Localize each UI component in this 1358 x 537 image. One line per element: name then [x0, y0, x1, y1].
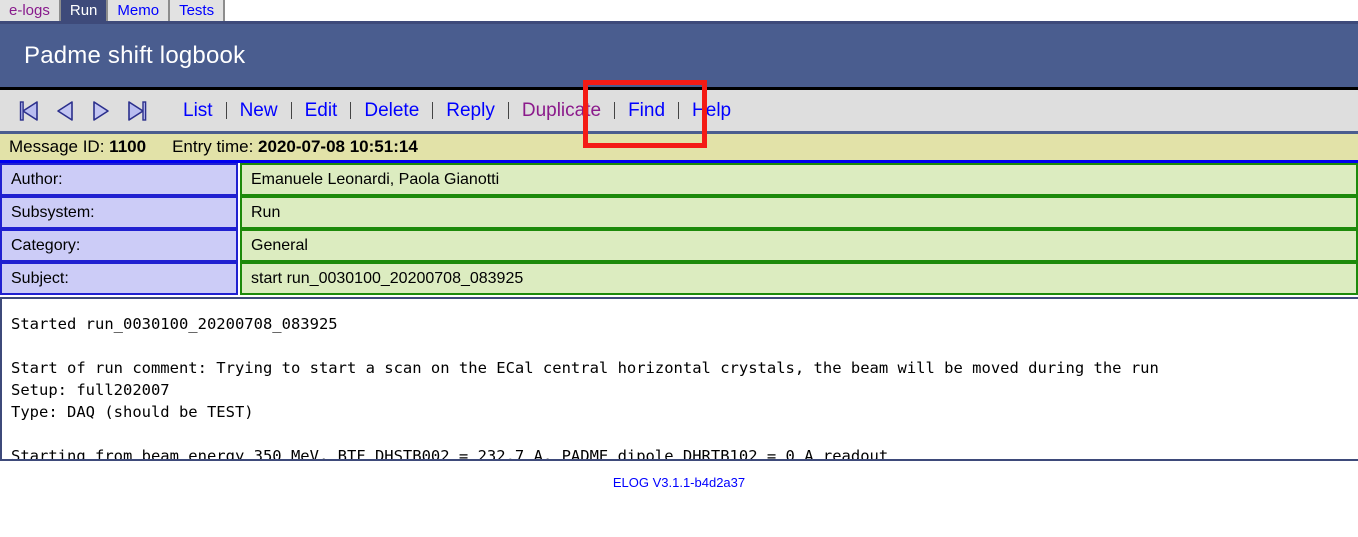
attribute-value-subsystem: Run [240, 196, 1358, 229]
toolbar-link-help[interactable]: Help [679, 100, 744, 122]
toolbar-link-edit[interactable]: Edit [292, 100, 351, 122]
tab-e-logs-label: e-logs [9, 2, 50, 19]
table-row: Category: General [0, 229, 1358, 262]
tab-bar-filler [225, 0, 1358, 21]
navigation-icon-group [18, 99, 148, 123]
message-body: Started run_0030100_20200708_083925 Star… [0, 297, 1358, 461]
attribute-value-subject: start run_0030100_20200708_083925 [240, 262, 1358, 295]
attribute-value-author: Emanuele Leonardi, Paola Gianotti [240, 163, 1358, 196]
entry-time-value: 2020-07-08 10:51:14 [258, 137, 418, 156]
tab-e-logs[interactable]: e-logs [0, 0, 61, 21]
entry-time-label: Entry time: [172, 137, 254, 156]
message-meta-bar: Message ID: 1100 Entry time: 2020-07-08 … [0, 134, 1358, 163]
table-row: Author: Emanuele Leonardi, Paola Gianott… [0, 163, 1358, 196]
tab-memo-label: Memo [117, 2, 160, 19]
attribute-label-category: Category: [0, 229, 238, 262]
tab-run-label: Run [69, 2, 98, 19]
attribute-label-subject: Subject: [0, 262, 238, 295]
page-title: Padme shift logbook [24, 41, 246, 69]
elog-version-link[interactable]: ELOG V3.1.1-b4d2a37 [613, 475, 745, 490]
table-row: Subsystem: Run [0, 196, 1358, 229]
toolbar-link-duplicate[interactable]: Duplicate [509, 100, 614, 122]
attribute-label-subsystem: Subsystem: [0, 196, 238, 229]
message-body-text: Started run_0030100_20200708_083925 Star… [11, 315, 1159, 461]
message-id-label: Message ID: [9, 137, 105, 156]
toolbar-link-delete[interactable]: Delete [351, 100, 432, 122]
last-entry-icon[interactable] [126, 99, 148, 123]
tab-tests-label: Tests [179, 2, 215, 19]
tab-memo[interactable]: Memo [108, 0, 171, 21]
tab-run[interactable]: Run [60, 0, 109, 21]
toolbar-link-find[interactable]: Find [615, 100, 678, 122]
logbook-tab-bar: e-logs Run Memo Tests [0, 0, 1358, 24]
table-row: Subject: start run_0030100_20200708_0839… [0, 262, 1358, 295]
attribute-value-category: General [240, 229, 1358, 262]
message-id-value: 1100 [109, 137, 147, 156]
previous-entry-icon[interactable] [54, 99, 76, 123]
attribute-table: Author: Emanuele Leonardi, Paola Gianott… [0, 163, 1358, 295]
first-entry-icon[interactable] [18, 99, 40, 123]
attribute-label-author: Author: [0, 163, 238, 196]
next-entry-icon[interactable] [90, 99, 112, 123]
elog-footer: ELOG V3.1.1-b4d2a37 [0, 475, 1358, 490]
toolbar-link-new[interactable]: New [227, 100, 291, 122]
toolbar-link-reply[interactable]: Reply [433, 100, 508, 122]
toolbar-link-list[interactable]: List [170, 100, 226, 122]
logbook-header: Padme shift logbook [0, 24, 1358, 90]
entry-toolbar: List New Edit Delete Reply Duplicate Fin… [0, 80, 1358, 148]
tab-tests[interactable]: Tests [170, 0, 226, 21]
